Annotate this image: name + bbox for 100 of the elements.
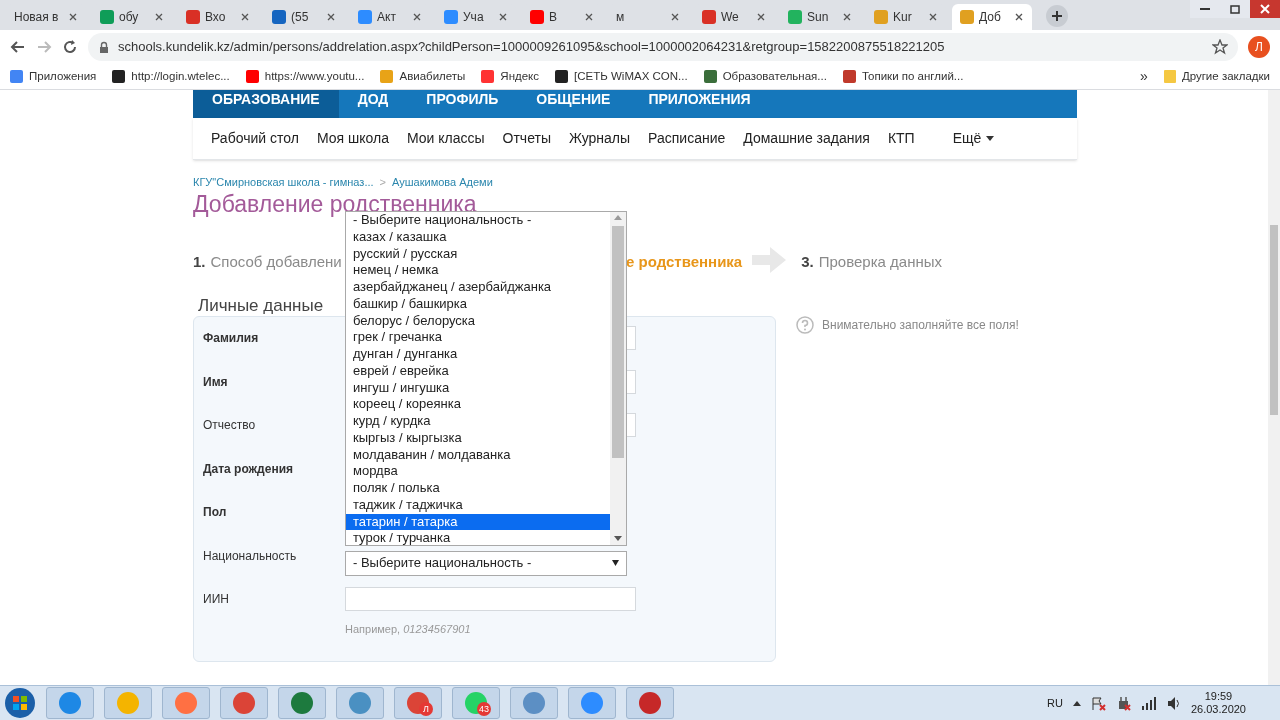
dropdown-option[interactable]: башкир / башкирка [346, 295, 610, 313]
close-icon[interactable] [928, 12, 938, 22]
scrollbar-thumb[interactable] [1270, 225, 1278, 415]
step-label: Способ добавлени [210, 251, 342, 272]
bookmark-link[interactable]: https://www.youtu... [264, 67, 365, 86]
caret-icon [612, 560, 619, 566]
nav-link[interactable]: Мои классы [406, 128, 485, 149]
scroll-down-icon[interactable] [614, 536, 622, 541]
volume-icon[interactable] [1166, 695, 1181, 711]
breadcrumb-link[interactable]: КГУ"Смирновская школа - гимназ... [193, 174, 374, 191]
nav-link[interactable]: Отчеты [502, 128, 551, 149]
dropdown-option[interactable]: татарин / татарка [346, 513, 610, 531]
help-icon [796, 315, 814, 334]
notification-badge: Л [419, 702, 433, 716]
nav-tab[interactable]: ДОД [338, 90, 408, 118]
back-icon[interactable] [10, 39, 26, 55]
dropdown-option[interactable]: азербайджанец / азербайджанка [346, 279, 610, 296]
dropdown-option[interactable]: курд / курдка [346, 413, 610, 430]
bookmark-link[interactable]: Приложения [29, 67, 97, 86]
step-number: 3. [801, 251, 814, 272]
minimize-button[interactable] [1190, 0, 1220, 18]
dropdown-option[interactable]: кыргыз / кыргызка [346, 429, 610, 447]
close-icon[interactable] [68, 12, 78, 22]
nav-tab[interactable]: ОБРАЗОВАНИЕ [193, 90, 339, 118]
breadcrumb-link[interactable]: Аушакимова Адеми [392, 174, 493, 191]
profile-avatar[interactable]: Л [1248, 36, 1270, 58]
flag-icon[interactable] [1090, 695, 1106, 711]
lock-icon[interactable] [98, 40, 110, 54]
field-label: Пол [202, 504, 228, 522]
nav-link[interactable]: Рабочий стол [211, 128, 299, 149]
close-icon[interactable] [326, 12, 336, 22]
new-tab-button[interactable] [1046, 5, 1068, 27]
field-label: Фамилия [202, 330, 260, 348]
close-icon[interactable] [842, 12, 852, 22]
minimize-icon [1200, 8, 1210, 10]
bookmark-link[interactable]: Яндекс [500, 67, 540, 86]
dropdown-option[interactable]: грек / гречанка [346, 329, 610, 346]
more-bookmarks-button[interactable]: » [1140, 66, 1148, 87]
input-field[interactable] [345, 587, 636, 612]
close-button[interactable] [1250, 0, 1280, 18]
plus-icon [1051, 10, 1063, 22]
signal-icon[interactable] [1140, 695, 1157, 711]
dropdown-option[interactable]: еврей / еврейка [346, 362, 610, 380]
bookmark-link[interactable]: http://login.wtelec... [131, 67, 230, 86]
nav-link[interactable]: КТП [887, 128, 915, 149]
dropdown-option[interactable]: дунган / дунганка [346, 346, 610, 363]
dropdown-option[interactable]: ингуш / ингушка [346, 379, 610, 397]
taskbar-app[interactable] [278, 687, 326, 719]
close-icon[interactable] [584, 12, 594, 22]
taskbar-app[interactable] [626, 687, 674, 719]
bookmark-link[interactable]: Авиабилеты [399, 67, 466, 86]
dropdown-option[interactable]: мордва [346, 463, 610, 480]
bookmark-folder[interactable]: Другие закладки [1181, 67, 1270, 86]
bookmark-link[interactable]: Образовательная... [722, 67, 827, 86]
dropdown-option[interactable]: казах / казашка [346, 228, 610, 246]
reload-icon[interactable] [62, 39, 78, 55]
field-label: ИИН [202, 591, 230, 609]
more-menu[interactable]: Ещё [952, 128, 995, 149]
close-icon[interactable] [670, 12, 680, 22]
dropdown-option[interactable]: белорус / белоруска [346, 312, 610, 330]
nav-tab[interactable]: ПРОФИЛЬ [407, 90, 518, 118]
dropdown-option[interactable]: таджик / таджичка [346, 496, 610, 514]
field-label: Отчество [202, 417, 257, 435]
dropdown-option[interactable]: молдаванин / молдаванка [346, 446, 610, 464]
address-bar[interactable]: schools.kundelik.kz/admin/persons/addrelation.aspx?childPerson=1000009261095&school=1000002064231&retgroup=1582200875518221205 [88, 33, 1238, 61]
hint-text: Внимательно заполняйте все поля! [822, 316, 1019, 334]
scrollbar-thumb[interactable] [612, 226, 624, 458]
show-hidden-icons-button[interactable] [1072, 700, 1081, 706]
close-icon[interactable] [412, 12, 422, 22]
nav-link[interactable]: Моя школа [316, 128, 389, 149]
close-icon[interactable] [1014, 12, 1024, 22]
close-icon[interactable] [498, 12, 508, 22]
close-icon[interactable] [154, 12, 164, 22]
clock-time[interactable]: 19:59 [1204, 690, 1233, 703]
dropdown-option[interactable]: турок / турчанка [346, 530, 610, 547]
taskbar-app[interactable]: Л [394, 687, 442, 719]
taskbar-app[interactable] [220, 687, 268, 719]
bookmark-link[interactable]: [СЕТЬ WiMAX CON... [574, 67, 688, 86]
restore-button[interactable] [1220, 0, 1250, 18]
dropdown-option[interactable]: поляк / полька [346, 480, 610, 497]
nav-tab[interactable]: ПРИЛОЖЕНИЯ [629, 90, 770, 118]
language-indicator[interactable]: RU [1047, 694, 1063, 712]
close-icon[interactable] [240, 12, 250, 22]
star-icon[interactable] [1212, 39, 1228, 55]
nav-tab[interactable]: ОБЩЕНИЕ [517, 90, 630, 118]
browser-tab[interactable]: Доб [952, 4, 1032, 30]
step-number: 1. [193, 251, 206, 272]
bookmark-link[interactable]: Топики по англий... [861, 67, 964, 86]
start-button[interactable] [4, 687, 36, 719]
dropdown-option[interactable]: русский / русская [346, 245, 610, 263]
dropdown-option[interactable]: кореец / кореянка [346, 396, 610, 413]
dropdown-select[interactable]: - Выберите национальность - [345, 550, 627, 576]
nav-link[interactable]: Домашние задания [743, 128, 870, 149]
dropdown-option[interactable]: немец / немка [346, 262, 610, 279]
nav-link[interactable]: Журналы [568, 128, 631, 149]
taskbar-app[interactable]: 43 [452, 687, 500, 719]
close-icon[interactable] [756, 12, 766, 22]
section-title: Личные данные [198, 295, 324, 317]
clock-date[interactable]: 26.03.2020 [1190, 703, 1246, 716]
nav-link[interactable]: Расписание [648, 128, 726, 149]
